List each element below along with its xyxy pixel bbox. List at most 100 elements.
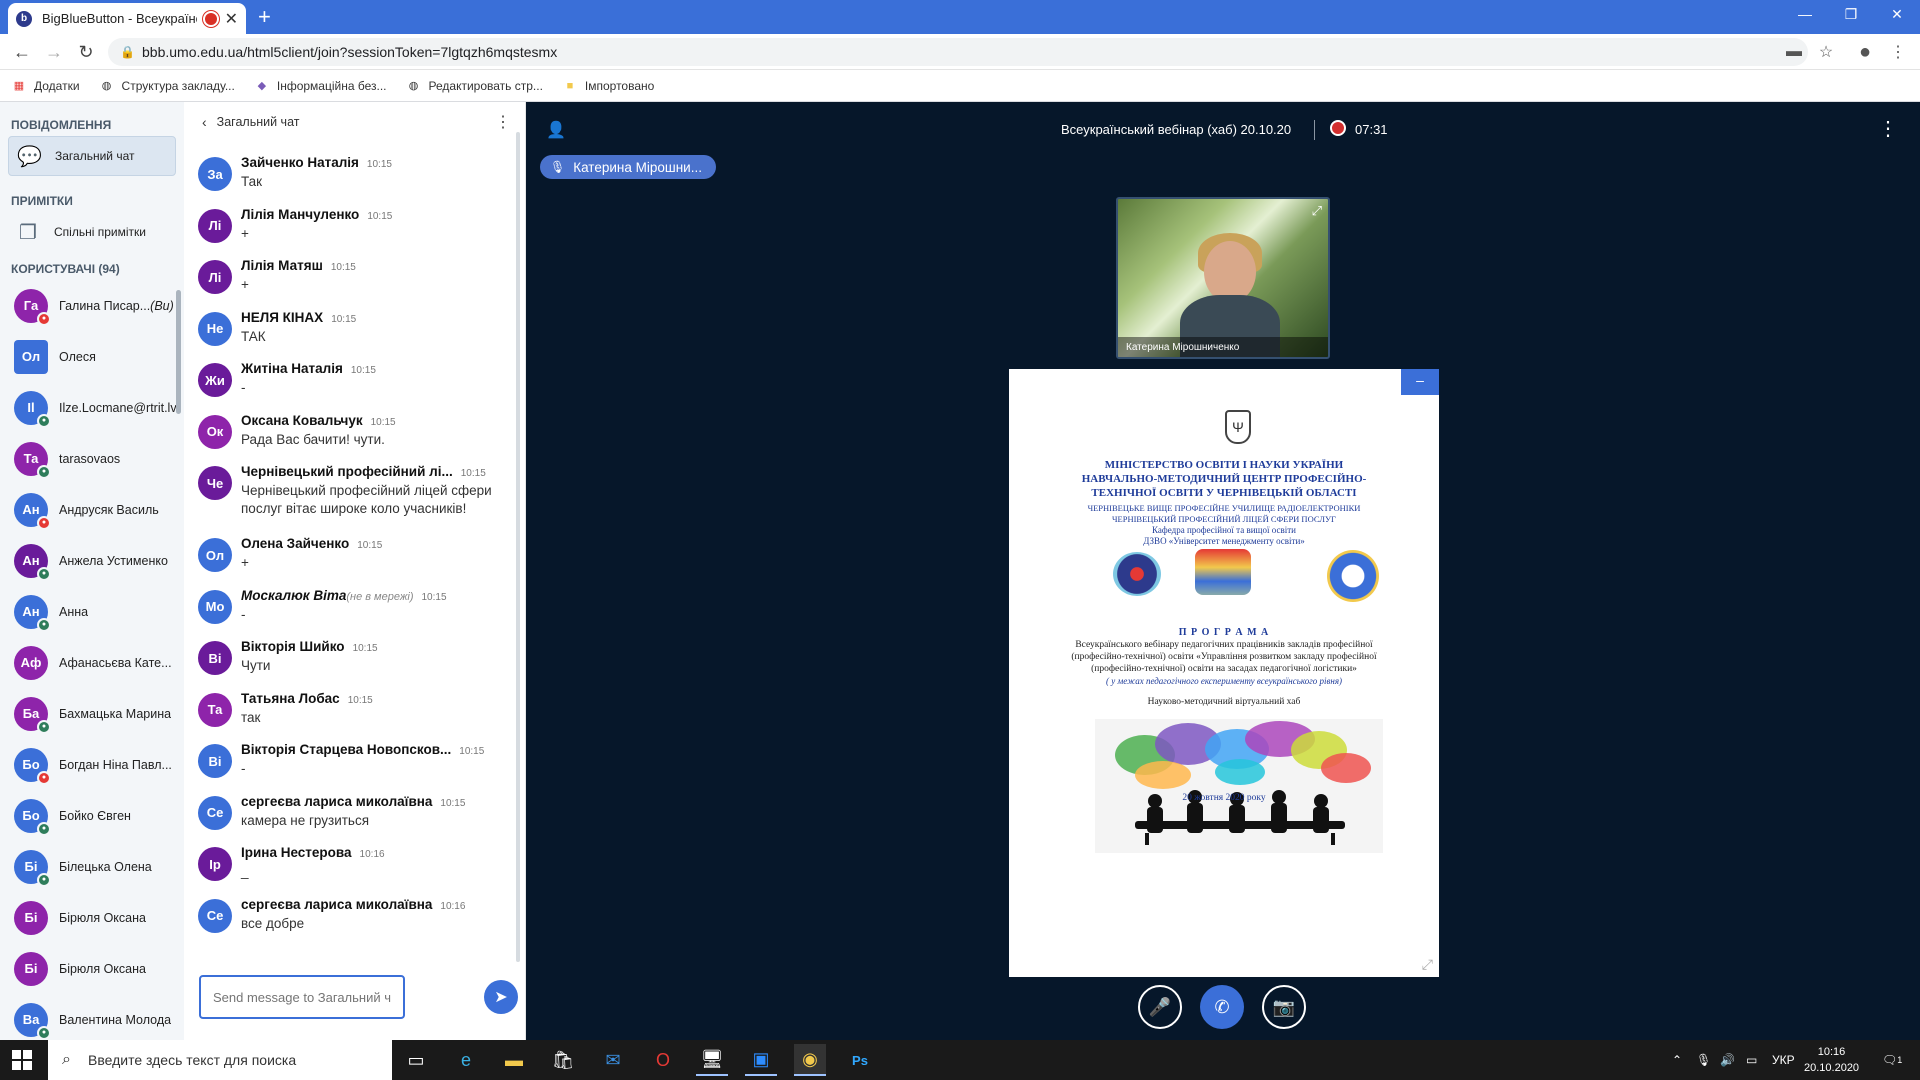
network-icon[interactable]: ▭	[1746, 1040, 1757, 1080]
user-list-item[interactable]: Ба ● Бахмацька Марина	[0, 688, 184, 739]
leave-audio-button[interactable]: ✆	[1200, 985, 1244, 1029]
avatar: Ан ●	[14, 492, 51, 530]
user-list-item[interactable]: Бо ● Бойко Євген	[0, 790, 184, 841]
slide-line: ( у межах педагогічного експерименту все…	[1105, 676, 1343, 686]
sidebar-item-public-chat[interactable]: 💬 Загальний чат	[8, 136, 176, 176]
edge-icon[interactable]: e	[450, 1044, 482, 1076]
user-list-item[interactable]: Бо ● Богдан Ніна Павл...	[0, 739, 184, 790]
browser-tab[interactable]: b BigBlueButton - Всеукраїнсь ✕	[8, 3, 246, 34]
sidebar-scrollbar[interactable]	[176, 290, 181, 414]
address-bar[interactable]: 🔒 bbb.umo.edu.ua/html5client/join?sessio…	[108, 38, 1808, 66]
camera-permission-icon[interactable]: ▬	[1782, 40, 1806, 64]
user-list-item[interactable]: Ан ● Анжела Устименко	[0, 535, 184, 586]
message-time: 10:15	[370, 416, 396, 428]
sidebar-item-shared-notes[interactable]: ❐ Спільні примітки	[8, 212, 176, 252]
bookmark-edit[interactable]: ◍ Редактировать стр...	[407, 79, 543, 93]
user-icon[interactable]: 👤	[546, 120, 566, 140]
avatar-initials: Ба	[22, 706, 40, 721]
mute-button[interactable]: 🎤	[1138, 985, 1182, 1029]
message-text: Чути	[241, 658, 271, 673]
user-list-item[interactable]: Га ● Галина Писар...(Ви)	[0, 280, 184, 331]
user-name: Білецька Олена	[59, 860, 152, 874]
chat-message: Ві Вікторія Шийко 10:15 Чути	[184, 635, 518, 687]
profile-icon[interactable]: ●	[1853, 40, 1877, 64]
slide-line: Кафедра професійної та вищої освіти	[1152, 525, 1296, 535]
bbb-favicon-icon: b	[16, 10, 32, 27]
avatar: Жи	[198, 363, 232, 397]
bookmark-apps[interactable]: ▦ Додатки	[12, 79, 80, 93]
user-name-text: Ilze.Locmane@rtrit.lv	[59, 400, 177, 415]
send-button[interactable]: ➤	[484, 980, 518, 1014]
remote-desktop-icon[interactable]: 🖥	[696, 1044, 728, 1076]
photoshop-icon[interactable]: Ps	[844, 1044, 876, 1076]
user-list-item[interactable]: Ан ● Андрусяк Василь	[0, 484, 184, 535]
minimize-window-icon[interactable]: —	[1782, 0, 1828, 28]
opera-icon[interactable]: O	[647, 1044, 679, 1076]
store-icon[interactable]: 🛍	[547, 1044, 579, 1076]
avatar-initials: За	[207, 166, 223, 182]
taskbar-search-input[interactable]: ⌕ Введите здесь текст для поиска	[48, 1040, 392, 1080]
recording-icon[interactable]	[1330, 120, 1346, 136]
chat-message: Лі Лілія Матяш 10:15 +	[184, 254, 518, 306]
bookmark-info[interactable]: ◆ Інформаційна без...	[255, 79, 387, 93]
message-text: -	[241, 761, 246, 776]
zoom-icon[interactable]: ▣	[745, 1044, 777, 1076]
offline-label: (не в мережі)	[346, 590, 414, 603]
bookmark-imported[interactable]: ■ Імпортовано	[563, 78, 655, 93]
user-list-item[interactable]: Бі Бірюля Оксана	[0, 943, 184, 994]
chat-scrollbar[interactable]	[516, 132, 520, 962]
user-list-item[interactable]: Бі Бірюля Оксана	[0, 892, 184, 943]
new-tab-button[interactable]: +	[258, 4, 271, 30]
file-explorer-icon[interactable]: ▬	[498, 1044, 530, 1076]
notification-center-icon[interactable]: 🗨 1	[1882, 1040, 1902, 1080]
tray-mic-icon[interactable]: 🎙	[1696, 1040, 1711, 1080]
users-header: КОРИСТУВАЧІ (94)	[11, 262, 120, 276]
message-time: 10:15	[347, 694, 373, 706]
taskbar-clock[interactable]: 10:16 20.10.2020	[1804, 1044, 1859, 1076]
user-list-item[interactable]: Ан ● Анна	[0, 586, 184, 637]
chrome-icon[interactable]: ◉	[794, 1044, 826, 1076]
user-list-item[interactable]: Ва ● Валентина Молода	[0, 994, 184, 1040]
back-arrow-icon[interactable]: ←	[10, 40, 34, 64]
chevron-left-icon[interactable]: ‹	[202, 114, 207, 130]
mail-icon[interactable]: ✉	[597, 1044, 629, 1076]
avatar: Бо ●	[14, 747, 51, 785]
browser-menu-icon[interactable]: ⋮	[1886, 40, 1910, 64]
windows-start-icon[interactable]	[12, 1050, 32, 1070]
bookmark-star-icon[interactable]: ☆	[1814, 40, 1838, 64]
avatar-initials: Ан	[22, 604, 40, 619]
user-list-item[interactable]: Бі ● Білецька Олена	[0, 841, 184, 892]
reload-icon[interactable]: ↻	[74, 40, 98, 64]
avatar-initials: Ві	[208, 753, 222, 769]
fullscreen-icon[interactable]: ⤢	[1312, 203, 1322, 219]
user-list-item[interactable]: Та ● tarasovaos	[0, 433, 184, 484]
minimize-presentation-button[interactable]: –	[1401, 369, 1439, 395]
talking-indicator[interactable]: 🎙 Катерина Мірошни...	[540, 155, 716, 179]
keyboard-language[interactable]: УКР	[1772, 1040, 1795, 1080]
user-list-item[interactable]: Ол Олеся	[0, 331, 184, 382]
avatar: Та	[198, 692, 232, 727]
forward-arrow-icon[interactable]: →	[42, 40, 66, 64]
user-list-item[interactable]: Аф Афанасьєва Кате...	[0, 637, 184, 688]
bookmark-structure[interactable]: ◍ Структура закладу...	[100, 79, 235, 93]
user-list-item[interactable]: Il ● Ilze.Locmane@rtrit.lv	[0, 382, 184, 433]
volume-icon[interactable]: 🔊	[1720, 1040, 1735, 1080]
task-view-icon[interactable]: ▭	[400, 1044, 432, 1076]
presentation-slide[interactable]: – Ψ МІНІСТЕРСТВО ОСВІТИ І НАУКИ УКРАЇНИ …	[1009, 369, 1439, 977]
sender-name: НЕЛЯ КІНАХ	[241, 309, 324, 325]
webcam-video[interactable]: ⤢ Катерина Мірошниченко	[1116, 197, 1330, 359]
tray-chevron-icon[interactable]: ⌃	[1672, 1040, 1682, 1080]
message-input[interactable]	[199, 975, 405, 1019]
chat-options-icon[interactable]: ⋮	[495, 112, 511, 132]
fullscreen-icon[interactable]: ⤢	[1422, 956, 1433, 973]
bookmark-label: Імпортовано	[584, 78, 655, 93]
options-menu-icon[interactable]: ⋮	[1878, 116, 1898, 141]
close-window-icon[interactable]: ✕	[1874, 0, 1920, 28]
chat-message: Ок Оксана Ковальчук 10:15 Рада Вас бачити! …	[184, 409, 518, 461]
restore-window-icon[interactable]: ❐	[1828, 0, 1874, 28]
sender-name: Лілія Матяш	[241, 258, 323, 273]
close-tab-icon[interactable]: ✕	[225, 9, 238, 29]
message-text: -	[241, 606, 246, 622]
share-webcam-button[interactable]: 📷	[1262, 985, 1306, 1029]
site-icon: ◆	[257, 80, 267, 92]
